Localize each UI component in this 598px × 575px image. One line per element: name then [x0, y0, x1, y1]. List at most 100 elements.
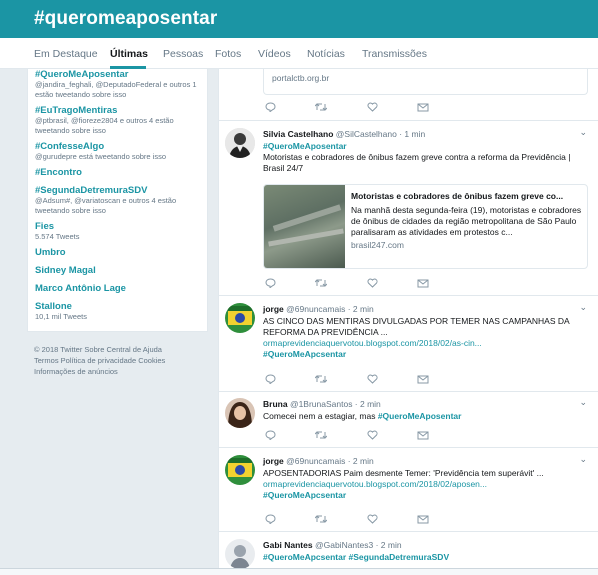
tab-em-destaque[interactable]: Em Destaque — [34, 48, 98, 60]
trend-item[interactable]: Fies 5.574 Tweets — [35, 221, 207, 242]
trends-panel: #QueroMeAposentar @jandira_feghali, @Dep… — [27, 69, 208, 332]
retweet-icon[interactable] — [314, 102, 328, 115]
retweet-icon[interactable] — [314, 514, 328, 527]
trend-desc: @Adsum#, @variatoscan e outros 4 estão t… — [35, 196, 177, 215]
envelope-icon[interactable] — [417, 430, 429, 443]
trend-desc: 5.574 Tweets — [35, 232, 80, 241]
user-name[interactable]: Bruna — [263, 399, 288, 409]
tweet-actions — [263, 278, 463, 290]
tweet-actions — [263, 102, 463, 114]
tweet-body: AS CINCO DAS MENTIRAS DIVULGADAS POR TEM… — [263, 316, 570, 337]
user-handle[interactable]: @1BrunaSantos · 2 min — [290, 399, 381, 409]
heart-icon[interactable] — [367, 430, 378, 443]
hashtag-link[interactable]: #QueroMeApcsentar #SegundaDetremuraSDV — [263, 552, 588, 563]
hashtag-link[interactable]: #QueroMeApcsentar — [263, 490, 588, 501]
trend-item[interactable]: Marco Antônio Lage — [35, 283, 207, 294]
reply-icon[interactable] — [265, 374, 276, 387]
link-card[interactable]: Motoristas e cobradores de ônibus fazem … — [263, 184, 588, 269]
user-name[interactable]: jorge — [263, 456, 284, 466]
chevron-down-icon[interactable]: ⌄ — [579, 127, 587, 138]
link-card[interactable]: portalctb.org.br — [263, 69, 588, 95]
user-handle[interactable]: @69nuncamais · 2 min — [286, 304, 374, 314]
footer-links-2[interactable]: Termos Política de privacidade Cookies — [34, 355, 214, 366]
trend-name[interactable]: Sidney Magal — [35, 265, 207, 276]
hashtag-link[interactable]: #QueroMeAposentar — [263, 141, 588, 152]
trend-name[interactable]: #Encontro — [35, 167, 207, 178]
hashtag-link[interactable]: #QueroMeApcsentar — [263, 349, 588, 360]
tweet[interactable]: portalctb.org.br — [219, 69, 598, 121]
tweet-link[interactable]: ormaprevidenciaquervotou.blogspot.com/20… — [263, 479, 588, 490]
tweet-header: Gabi Nantes @GabiNantes3 · 2 min — [263, 540, 402, 550]
tweet[interactable]: Silvia Castelhano @SilCastelhano · 1 min… — [219, 121, 598, 296]
tab-videos[interactable]: Vídeos — [258, 48, 291, 60]
user-name[interactable]: Gabi Nantes — [263, 540, 313, 550]
footer-links-1[interactable]: © 2018 Twitter Sobre Central de Ajuda — [34, 344, 214, 355]
card-title: Motoristas e cobradores de ônibus fazem … — [351, 191, 564, 201]
tweet-text: AS CINCO DAS MENTIRAS DIVULGADAS POR TEM… — [263, 316, 588, 360]
chevron-down-icon[interactable]: ⌄ — [579, 397, 587, 408]
hashtag-link[interactable]: #QueroMeAposentar — [378, 411, 462, 421]
trend-item[interactable]: Umbro — [35, 247, 207, 258]
tweet-link[interactable]: ormaprevidenciaquervotou.blogspot.com/20… — [263, 338, 588, 349]
trend-name[interactable]: #QueroMeAposentar — [35, 69, 207, 80]
tab-fotos[interactable]: Fotos — [215, 48, 241, 60]
chevron-down-icon[interactable]: ⌄ — [579, 302, 587, 313]
avatar[interactable] — [225, 303, 255, 333]
heart-icon[interactable] — [367, 374, 378, 387]
retweet-icon[interactable] — [314, 278, 328, 291]
avatar[interactable] — [225, 398, 255, 428]
trend-name[interactable]: Umbro — [35, 247, 207, 258]
envelope-icon[interactable] — [417, 514, 429, 527]
user-handle[interactable]: @GabiNantes3 · 2 min — [315, 540, 402, 550]
trend-name[interactable]: #EuTragoMentiras — [35, 105, 207, 116]
trend-item[interactable]: #EuTragoMentiras @ptbrasil, @fioreze2804… — [35, 105, 207, 136]
heart-icon[interactable] — [367, 514, 378, 527]
trend-item[interactable]: #ConfesseAlgo @gurudepre está tweetando … — [35, 141, 207, 162]
trend-name[interactable]: Marco Antônio Lage — [35, 283, 207, 294]
reply-icon[interactable] — [265, 278, 276, 291]
envelope-icon[interactable] — [417, 374, 429, 387]
trend-desc: @gurudepre está tweetando sobre isso — [35, 152, 167, 161]
user-handle[interactable]: @69nuncamais · 2 min — [286, 456, 374, 466]
trend-name[interactable]: Fies — [35, 221, 207, 232]
trend-item[interactable]: #QueroMeAposentar @jandira_feghali, @Dep… — [35, 69, 207, 100]
trend-name[interactable]: #ConfesseAlgo — [35, 141, 207, 152]
retweet-icon[interactable] — [314, 430, 328, 443]
envelope-icon[interactable] — [417, 102, 429, 115]
trend-item[interactable]: #Encontro — [35, 167, 207, 178]
tweet[interactable]: jorge @69nuncamais · 2 min ⌄ AS CINCO DA… — [219, 296, 598, 392]
trend-item[interactable]: #SegundaDetremuraSDV @Adsum#, @variatosc… — [35, 185, 207, 216]
card-url: portalctb.org.br — [272, 73, 330, 83]
tweet[interactable]: Bruna @1BrunaSantos · 2 min ⌄ Comecei ne… — [219, 392, 598, 448]
avatar[interactable] — [225, 128, 255, 158]
user-name[interactable]: jorge — [263, 304, 284, 314]
trend-name[interactable]: #SegundaDetremuraSDV — [35, 185, 207, 196]
heart-icon[interactable] — [367, 278, 378, 291]
user-name[interactable]: Silvia Castelhano — [263, 129, 333, 139]
trend-name[interactable]: Stallone — [35, 301, 207, 312]
tab-ultimas[interactable]: Últimas — [110, 48, 148, 60]
trend-item[interactable]: Stallone 10,1 mil Tweets — [35, 301, 207, 322]
tweet-text: #QueroMeAposentar Motoristas e cobradore… — [263, 141, 588, 174]
avatar[interactable] — [225, 539, 255, 569]
avatar[interactable] — [225, 455, 255, 485]
heart-icon[interactable] — [367, 102, 378, 115]
tweet-text: Comecei nem a estagiar, mas #QueroMeApos… — [263, 411, 588, 422]
horizontal-scrollbar[interactable] — [0, 568, 598, 575]
chevron-down-icon[interactable]: ⌄ — [579, 454, 587, 465]
retweet-icon[interactable] — [314, 374, 328, 387]
tweet-body: APOSENTADORIAS Paim desmente Temer: 'Pre… — [263, 468, 544, 478]
tab-noticias[interactable]: Notícias — [307, 48, 345, 60]
footer-links-3[interactable]: Informações de anúncios — [34, 366, 214, 377]
tweet-text: #QueroMeApcsentar #SegundaDetremuraSDV — [263, 552, 588, 563]
reply-icon[interactable] — [265, 430, 276, 443]
reply-icon[interactable] — [265, 102, 276, 115]
tweet-text: APOSENTADORIAS Paim desmente Temer: 'Pre… — [263, 468, 588, 501]
envelope-icon[interactable] — [417, 278, 429, 291]
tab-pessoas[interactable]: Pessoas — [163, 48, 203, 60]
reply-icon[interactable] — [265, 514, 276, 527]
tweet[interactable]: jorge @69nuncamais · 2 min ⌄ APOSENTADOR… — [219, 448, 598, 532]
tab-transmissoes[interactable]: Transmissões — [362, 48, 427, 60]
trend-item[interactable]: Sidney Magal — [35, 265, 207, 276]
user-handle[interactable]: @SilCastelhano · 1 min — [336, 129, 425, 139]
